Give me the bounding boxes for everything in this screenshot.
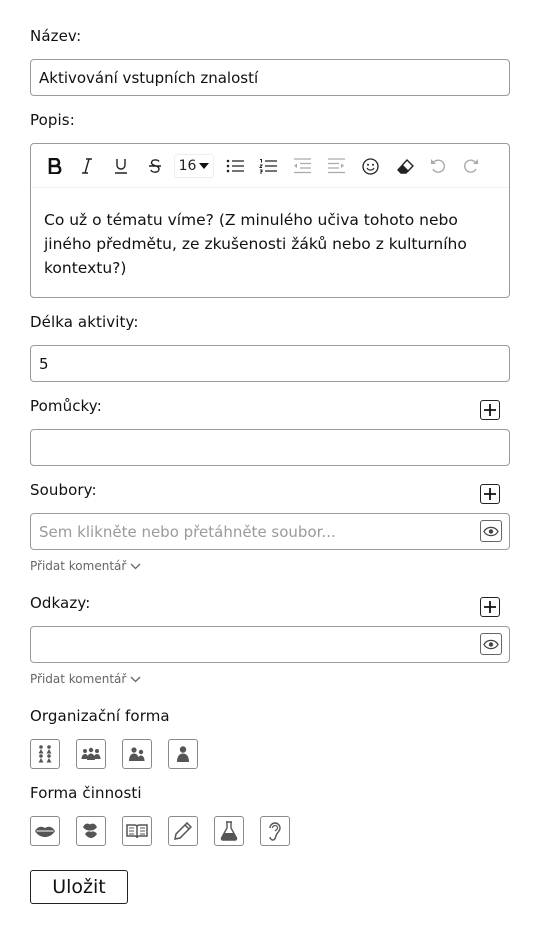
individual-icon[interactable] [168, 739, 198, 769]
save-button[interactable]: Uložit [30, 870, 128, 904]
org-form-label: Organizační forma [30, 707, 170, 725]
editor-toolbar: 16 [31, 144, 509, 188]
underline-icon[interactable] [109, 154, 133, 178]
links-label: Odkazy: [30, 594, 91, 612]
activity-form-label: Forma činnosti [30, 784, 142, 802]
listening-icon[interactable] [260, 816, 290, 846]
italic-icon[interactable] [75, 154, 99, 178]
description-editor[interactable]: 16 Co už o tématu víme? (Z minulého učiv… [30, 143, 510, 298]
speaking-icon[interactable] [76, 816, 106, 846]
mouth-icon[interactable] [30, 816, 60, 846]
redo-icon[interactable] [459, 154, 483, 178]
writing-icon[interactable] [168, 816, 198, 846]
files-label: Soubory: [30, 481, 97, 499]
add-file-button[interactable] [480, 484, 500, 504]
plus-icon [484, 601, 496, 613]
add-tool-button[interactable] [480, 400, 500, 420]
reading-icon[interactable] [122, 816, 152, 846]
numbered-list-icon[interactable] [256, 154, 280, 178]
small-group-icon[interactable] [122, 739, 152, 769]
description-text[interactable]: Co už o tématu víme? (Z minulého učiva t… [44, 208, 484, 280]
tools-label: Pomůcky: [30, 397, 102, 415]
plus-icon [484, 488, 496, 500]
bold-icon[interactable] [43, 154, 67, 178]
duration-label: Délka aktivity: [30, 313, 139, 331]
description-label: Popis: [30, 111, 75, 129]
tools-input[interactable] [30, 429, 510, 466]
link-input[interactable] [30, 626, 510, 663]
eraser-icon[interactable] [393, 154, 417, 178]
pairs-icon[interactable] [30, 739, 60, 769]
eye-icon[interactable] [480, 520, 502, 542]
font-size-select[interactable]: 16 [174, 154, 214, 178]
chevron-down-icon [130, 676, 141, 682]
font-size-value: 16 [178, 158, 197, 174]
add-comment-label: Přidat komentář [30, 672, 127, 686]
name-label: Název: [30, 27, 82, 45]
bullet-list-icon[interactable] [223, 154, 247, 178]
chevron-down-icon [130, 563, 141, 569]
file-input[interactable] [30, 513, 510, 550]
indent-icon[interactable] [324, 154, 348, 178]
undo-icon[interactable] [426, 154, 450, 178]
name-input[interactable] [30, 59, 510, 96]
add-link-button[interactable] [480, 597, 500, 617]
links-add-comment-link[interactable]: Přidat komentář [30, 672, 141, 686]
experiment-icon[interactable] [214, 816, 244, 846]
plus-icon [484, 404, 496, 416]
files-add-comment-link[interactable]: Přidat komentář [30, 559, 141, 573]
duration-input[interactable] [30, 345, 510, 382]
link-field[interactable] [30, 626, 510, 663]
outdent-icon[interactable] [290, 154, 314, 178]
strikethrough-icon[interactable] [143, 154, 167, 178]
group-icon[interactable] [76, 739, 106, 769]
emoji-icon[interactable] [358, 154, 382, 178]
file-dropzone[interactable] [30, 513, 510, 550]
add-comment-label: Přidat komentář [30, 559, 127, 573]
eye-icon[interactable] [480, 633, 502, 655]
